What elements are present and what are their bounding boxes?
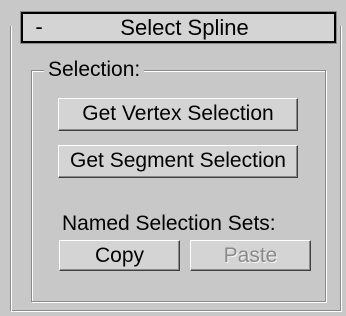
collapse-minus-icon[interactable]: - [32,15,46,39]
selection-group-label: Selection: [44,58,145,82]
named-selection-sets-label: Named Selection Sets: [62,212,276,235]
get-segment-selection-button[interactable]: Get Segment Selection [58,145,298,178]
paste-button[interactable]: Paste [190,240,311,271]
rollout-title-bar[interactable]: - Select Spline [20,11,337,44]
get-vertex-selection-button[interactable]: Get Vertex Selection [58,98,298,131]
copy-button[interactable]: Copy [59,240,180,271]
select-spline-rollout: - Select Spline Selection: Get Vertex Se… [0,0,346,316]
rollout-title: Select Spline [120,15,249,40]
